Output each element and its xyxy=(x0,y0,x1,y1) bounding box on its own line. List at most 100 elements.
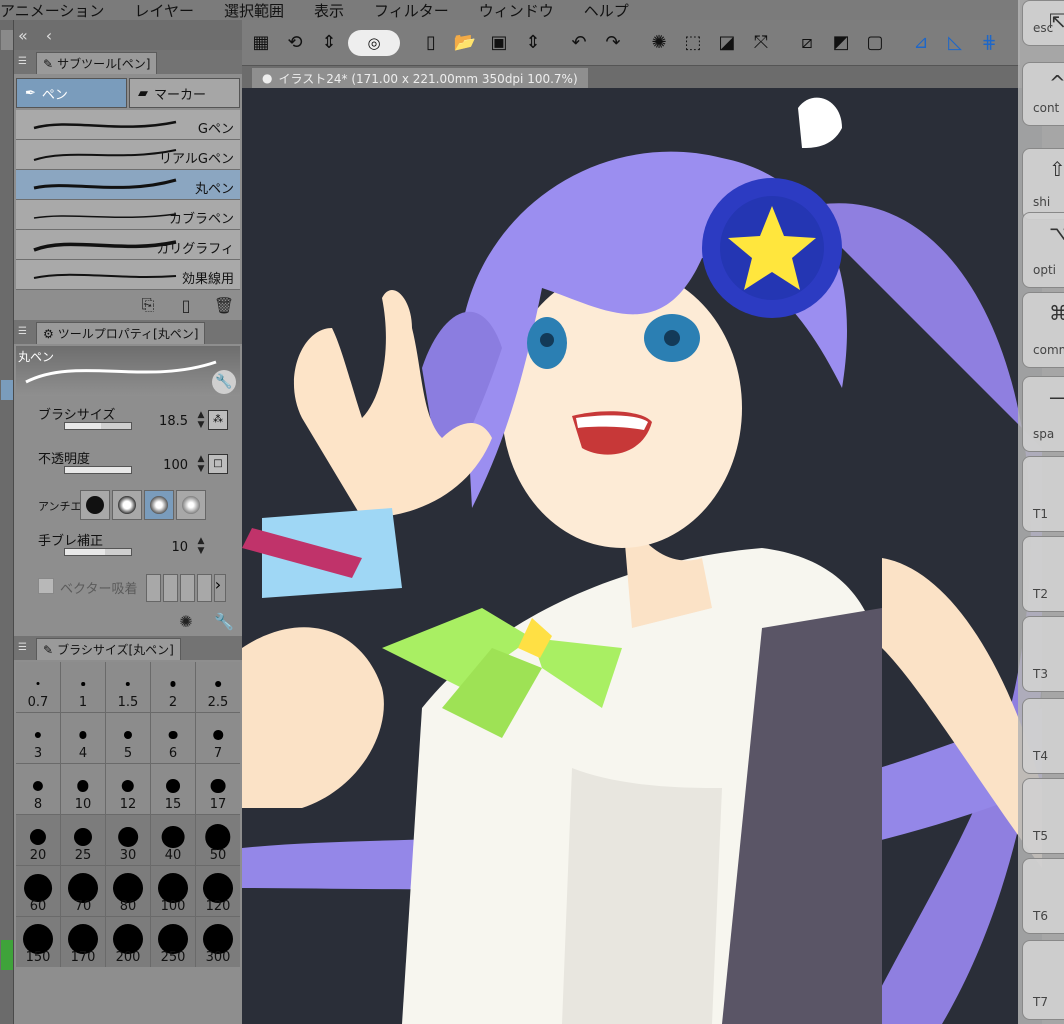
brush-size-cell[interactable]: 2 xyxy=(151,662,195,712)
brush-size-cell[interactable]: 17 xyxy=(196,764,240,814)
brush-item-effect-line[interactable]: 効果線用 xyxy=(16,260,240,290)
menu-layer[interactable]: レイヤー xyxy=(134,0,204,21)
brush-size-cell[interactable]: 3 xyxy=(16,713,60,763)
brush-size-cell[interactable]: 100 xyxy=(151,866,195,916)
reset-icon[interactable]: ✺ xyxy=(176,611,196,631)
menu-animation[interactable]: アニメーション xyxy=(0,0,114,21)
brush-size-cell[interactable]: 10 xyxy=(61,764,105,814)
menu-help[interactable]: ヘルプ xyxy=(584,0,639,21)
brush-item-g-pen[interactable]: Gペン xyxy=(16,110,240,140)
select-all-icon[interactable]: ▢ xyxy=(860,28,890,58)
brush-item-calligraphy[interactable]: カリグラフィ xyxy=(16,230,240,260)
redo-icon[interactable]: ↷ xyxy=(598,28,628,58)
brush-size-cell[interactable]: 5 xyxy=(106,713,150,763)
color-swatch[interactable] xyxy=(1,940,13,970)
save-icon[interactable]: ▣ xyxy=(484,28,514,58)
brush-size-cell[interactable]: 50 xyxy=(196,815,240,865)
clear-selection-icon[interactable]: ◩ xyxy=(826,28,856,58)
tab-pen[interactable]: ✒ ペン xyxy=(16,78,127,108)
clear-icon[interactable]: ⧄ xyxy=(792,28,822,58)
trash-icon[interactable]: 🗑 xyxy=(214,295,234,315)
panel-menu-icon[interactable]: ☰ xyxy=(18,326,30,338)
undo-icon[interactable]: ↶ xyxy=(564,28,594,58)
dock-handle[interactable] xyxy=(1,380,13,400)
brush-size-cell[interactable]: 300 xyxy=(196,917,240,967)
canvas-tab[interactable]: ● イラスト24* (171.00 x 221.00mm 350dpi 100.… xyxy=(252,68,588,88)
grid-icon[interactable]: ▦ xyxy=(246,28,276,58)
shortcut-key[interactable]: T6 xyxy=(1022,858,1064,934)
brush-size-cell[interactable]: 1 xyxy=(61,662,105,712)
transform-icon[interactable]: ⬚ xyxy=(678,28,708,58)
brush-size-cell[interactable]: 80 xyxy=(106,866,150,916)
brush-size-cell[interactable]: 150 xyxy=(16,917,60,967)
tab-marker[interactable]: ▰ マーカー xyxy=(129,78,240,108)
stabilization-slider[interactable] xyxy=(64,548,132,556)
brush-size-value[interactable]: 18.5 xyxy=(159,414,188,429)
spinner-icon[interactable]: ▲ ▼ xyxy=(194,410,208,430)
antialias-medium[interactable] xyxy=(144,490,174,520)
brush-size-cell[interactable]: 6 xyxy=(151,713,195,763)
brush-size-cell[interactable]: 8 xyxy=(16,764,60,814)
shortcut-key[interactable]: T4 xyxy=(1022,698,1064,774)
brush-item-maru-pen[interactable]: 丸ペン xyxy=(16,170,240,200)
brush-size-panel-tab[interactable]: ✎ ブラシサイズ[丸ペン] xyxy=(36,638,181,660)
spinner-icon[interactable]: ▲ ▼ xyxy=(194,454,208,474)
new-subtool-icon[interactable]: ▯ xyxy=(176,295,196,315)
tool-property-tab[interactable]: ⚙ ツールプロパティ[丸ペン] xyxy=(36,322,206,344)
updown-icon[interactable]: ⇕ xyxy=(518,28,548,58)
new-file-icon[interactable]: ▯ xyxy=(416,28,446,58)
open-folder-icon[interactable]: 📂 xyxy=(450,28,480,58)
brush-size-cell[interactable]: 200 xyxy=(106,917,150,967)
wrench-icon[interactable]: 🔧 xyxy=(214,611,234,631)
fill-icon[interactable]: ◪ xyxy=(712,28,742,58)
shortcut-key[interactable]: T5 xyxy=(1022,778,1064,854)
menu-window[interactable]: ウィンドウ xyxy=(479,0,564,21)
brush-size-cell[interactable]: 2.5 xyxy=(196,662,240,712)
shortcut-key[interactable]: T7 xyxy=(1022,940,1064,1020)
brush-size-cell[interactable]: 15 xyxy=(151,764,195,814)
ruler-snap-icon[interactable]: ⊿ xyxy=(906,28,936,58)
brush-size-cell[interactable]: 0.7 xyxy=(16,662,60,712)
pressure-settings-icon[interactable]: ⁂ xyxy=(208,410,228,430)
dock-handle[interactable] xyxy=(1,30,13,50)
brush-size-cell[interactable]: 12 xyxy=(106,764,150,814)
brush-size-cell[interactable]: 1.5 xyxy=(106,662,150,712)
stabilization-value[interactable]: 10 xyxy=(171,540,188,555)
spinner-icon[interactable]: ▲ ▼ xyxy=(194,536,208,556)
antialias-none[interactable] xyxy=(80,490,110,520)
brush-item-kabura-pen[interactable]: カブラペン xyxy=(16,200,240,230)
wrench-icon[interactable]: 🔧 xyxy=(212,370,236,394)
brush-size-cell[interactable]: 60 xyxy=(16,866,60,916)
subtool-panel-tab[interactable]: ✎ サブツール[ペン] xyxy=(36,52,158,74)
panel-menu-icon[interactable]: ☰ xyxy=(18,642,30,654)
shortcut-key[interactable]: ^ cont xyxy=(1022,62,1064,126)
vector-snap-checkbox[interactable] xyxy=(38,578,54,594)
brush-item-real-g-pen[interactable]: リアルGペン xyxy=(16,140,240,170)
shortcut-key[interactable]: T3 xyxy=(1022,616,1064,692)
canvas-rotate-icon[interactable]: ⟲ xyxy=(280,28,310,58)
brush-size-cell[interactable]: 7 xyxy=(196,713,240,763)
shortcut-key[interactable]: — spa xyxy=(1022,376,1064,452)
brush-size-cell[interactable]: 30 xyxy=(106,815,150,865)
shortcut-key[interactable]: ⌘ comm xyxy=(1022,292,1064,368)
panel-menu-icon[interactable]: ☰ xyxy=(18,56,30,68)
shortcut-key[interactable]: ⌥ opti xyxy=(1022,212,1064,288)
scale-icon[interactable]: ⤧ xyxy=(746,28,776,58)
menu-filter[interactable]: フィルター xyxy=(374,0,459,21)
brush-size-cell[interactable]: 170 xyxy=(61,917,105,967)
opacity-slider[interactable] xyxy=(64,466,132,474)
collapse-double-left-icon[interactable]: « xyxy=(18,26,28,45)
opacity-value[interactable]: 100 xyxy=(163,458,188,473)
grid-snap-icon[interactable]: ⋕ xyxy=(974,28,1004,58)
brush-size-cell[interactable]: 20 xyxy=(16,815,60,865)
brush-size-cell[interactable]: 40 xyxy=(151,815,195,865)
brush-size-cell[interactable]: 250 xyxy=(151,917,195,967)
brush-size-cell[interactable]: 120 xyxy=(196,866,240,916)
drawing-canvas[interactable] xyxy=(242,88,1042,1024)
swirl-icon[interactable]: ◎ xyxy=(348,29,400,56)
menu-view[interactable]: 表示 xyxy=(314,0,354,21)
antialias-strong[interactable] xyxy=(176,490,206,520)
brush-size-slider[interactable] xyxy=(64,422,132,430)
updown-icon[interactable]: ⇕ xyxy=(314,28,344,58)
brush-size-cell[interactable]: 70 xyxy=(61,866,105,916)
